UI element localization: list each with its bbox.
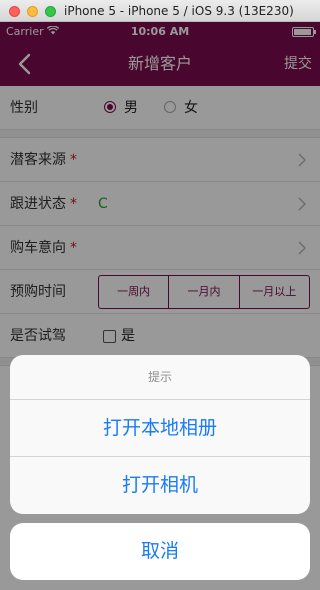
- simulator-title: iPhone 5 - iPhone 5 / iOS 9.3 (13E230): [64, 4, 294, 18]
- cancel-button[interactable]: 取消: [10, 523, 310, 580]
- close-window-button[interactable]: [9, 6, 20, 17]
- action-sheet-title: 提示: [10, 355, 310, 400]
- zoom-window-button[interactable]: [45, 6, 56, 17]
- open-camera-button[interactable]: 打开相机: [10, 457, 310, 514]
- open-local-album-button[interactable]: 打开本地相册: [10, 400, 310, 457]
- action-sheet: 提示 打开本地相册 打开相机: [10, 355, 310, 514]
- minimize-window-button[interactable]: [27, 6, 38, 17]
- simulator-title-bar: iPhone 5 - iPhone 5 / iOS 9.3 (13E230): [0, 0, 320, 22]
